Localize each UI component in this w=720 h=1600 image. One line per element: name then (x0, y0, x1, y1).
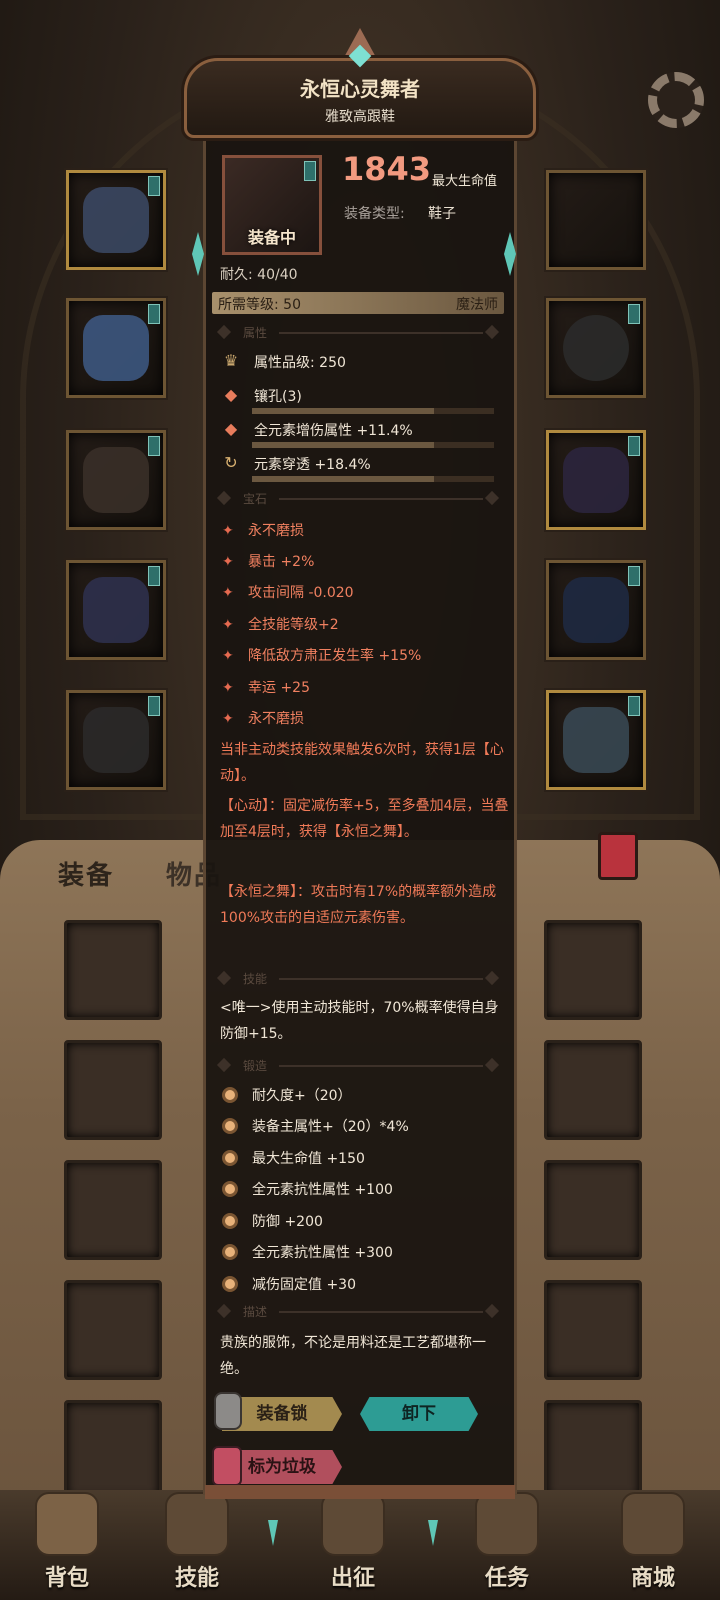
gem-row: ✦ 永不磨损 (222, 711, 304, 727)
inventory-cell[interactable] (64, 920, 162, 1020)
gem-row: ✦ 降低敌方肃正发生率 +15% (222, 648, 422, 664)
forge-row: 减伤固定值 +30 (222, 1274, 356, 1294)
section-skills: 技能 (216, 970, 500, 988)
effect-text: 【永恒之舞】：攻击时有17%的概率额外造成100%攻击的自适应元素伤害。 (220, 884, 497, 926)
item-name: 永恒心灵舞者 (300, 77, 420, 101)
effect-text: 【心动】：固定减伤率+5，至多叠加4层，当叠加至4层时，获得【永恒之舞】。 (220, 798, 509, 840)
nav-skill[interactable]: 技能 (152, 1492, 242, 1592)
inventory-cell[interactable] (544, 1280, 642, 1380)
section-attributes: 属性 (216, 324, 500, 342)
class-requirement: 魔法师 (456, 297, 498, 313)
required-level: 所需等级: 50 (218, 297, 301, 313)
penetration-icon: ↻ (224, 453, 238, 472)
main-stat-value: 1843 (342, 150, 432, 188)
equip-slot-ring[interactable] (546, 298, 646, 398)
forge-row: 最大生命值 +150 (222, 1148, 365, 1168)
unequip-button[interactable]: 卸下 (360, 1397, 478, 1431)
element-dmg-icon: ◆ (224, 419, 238, 438)
gem-row: ✦ 暴击 +2% (222, 554, 315, 570)
inventory-cell[interactable] (64, 1280, 162, 1380)
inventory-cell[interactable] (544, 1040, 642, 1140)
equip-slot-weapon[interactable] (546, 560, 646, 660)
equip-slot-shoes[interactable] (66, 690, 166, 790)
shop-icon (621, 1492, 685, 1556)
lock-icon (214, 1392, 242, 1430)
equip-slot-empty[interactable] (546, 170, 646, 270)
item-subtitle: 雅致高跟鞋 (325, 109, 395, 125)
socket-bar (252, 408, 494, 414)
forge-row: 装备主属性+（20）*4% (222, 1116, 409, 1136)
gem-row: ✦ 全技能等级+2 (222, 617, 339, 633)
nav-shop[interactable]: 商城 (608, 1492, 698, 1592)
main-stat-label: 最大生命值 (432, 174, 498, 189)
forge-row: 全元素抗性属性 +300 (222, 1242, 393, 1262)
nav-bag[interactable]: 背包 (22, 1492, 112, 1592)
forge-row: 耐久度+（20） (222, 1085, 352, 1105)
section-description: 描述 (216, 1303, 500, 1321)
battle-icon (321, 1492, 385, 1556)
equip-slot-book[interactable] (546, 690, 646, 790)
gem-row: ✦ 攻击间隔 -0.020 (222, 585, 354, 601)
forge-row: 全元素抗性属性 +100 (222, 1179, 393, 1199)
inventory-cell[interactable] (64, 1160, 162, 1260)
skill-text: <唯一>使用主动技能时，70%概率使得自身防御+15。 (220, 1000, 499, 1042)
equipped-label: 装备中 (247, 228, 296, 247)
bag-icon (35, 1492, 99, 1556)
inventory-cell[interactable] (64, 1040, 162, 1140)
inventory-cell[interactable] (544, 1400, 642, 1500)
equip-slot-pants[interactable] (66, 560, 166, 660)
equip-slot-hat[interactable] (66, 170, 166, 270)
tab-equipment[interactable]: 装备 (58, 855, 114, 892)
quest-icon (475, 1492, 539, 1556)
gem-row: ✦ 幸运 +25 (222, 680, 310, 696)
gem-row: ✦ 永不磨损 (222, 523, 304, 539)
junk-icon (212, 1446, 242, 1486)
forge-row: 防御 +200 (222, 1211, 323, 1231)
grade-icon: ♛ (223, 351, 239, 370)
nav-battle[interactable]: 出征 (308, 1492, 398, 1592)
equip-slot-necklace[interactable] (546, 430, 646, 530)
socket-bar (252, 476, 494, 482)
nav-quest[interactable]: 任务 (462, 1492, 552, 1592)
inventory-cell[interactable] (544, 1160, 642, 1260)
effect-text: 当非主动类技能效果触发6次时，获得1层【心动】。 (220, 742, 504, 784)
equip-type-value: 鞋子 (428, 206, 456, 222)
description-text: 贵族的服饰，不论是用料还是工艺都堪称一绝。 (220, 1335, 486, 1377)
section-forge: 锻造 (216, 1057, 500, 1075)
item-icon: 装备中 (222, 155, 322, 255)
equip-type-label: 装备类型: (344, 206, 405, 222)
socket-bar (252, 442, 494, 448)
inventory-cell[interactable] (544, 920, 642, 1020)
item-header: 永恒心灵舞者 雅致高跟鞋 (184, 58, 536, 138)
skill-icon (165, 1492, 229, 1556)
durability: 耐久: 40/40 (220, 267, 298, 283)
trash-icon[interactable] (598, 832, 638, 880)
socket-icon: ◆ (224, 385, 238, 404)
settings-gear-icon[interactable] (648, 72, 704, 128)
equip-slot-gloves[interactable] (66, 430, 166, 530)
inventory-cell[interactable] (64, 1400, 162, 1500)
equip-slot-armor[interactable] (66, 298, 166, 398)
section-gems: 宝石 (216, 490, 500, 508)
panel-frame-bottom (205, 1485, 515, 1499)
required-level-bar: 所需等级: 50 魔法师 (212, 292, 504, 314)
